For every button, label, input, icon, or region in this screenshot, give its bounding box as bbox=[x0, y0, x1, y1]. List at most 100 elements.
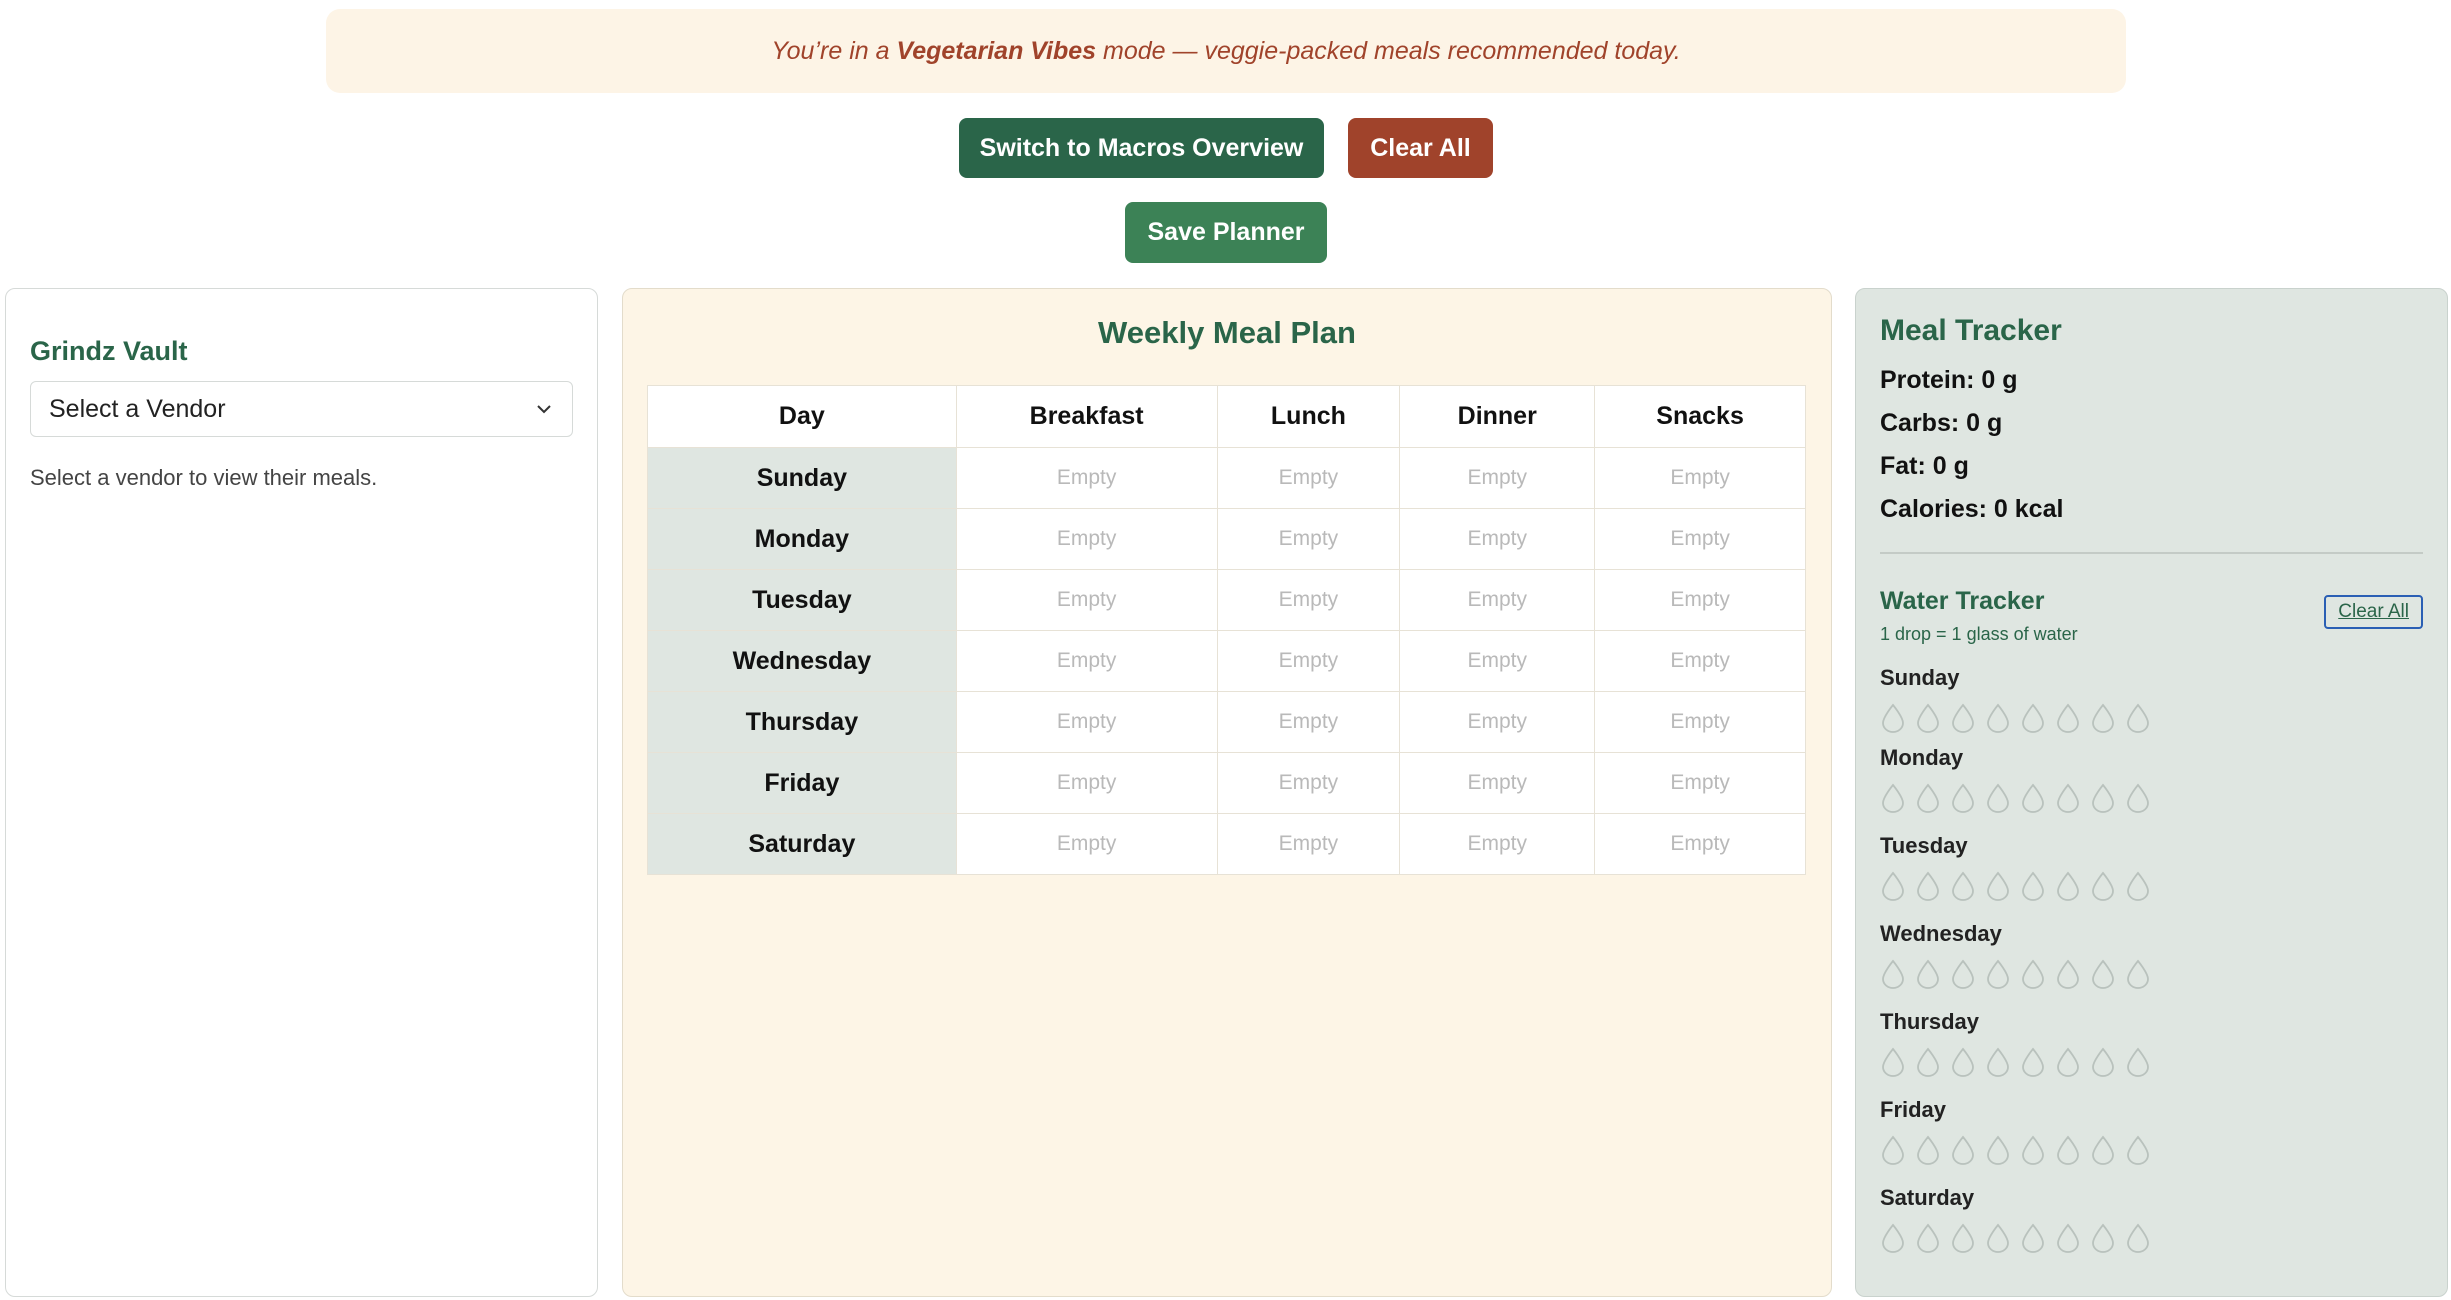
water-drop-icon[interactable] bbox=[1950, 1223, 1976, 1253]
water-drop-icon[interactable] bbox=[2125, 871, 2151, 901]
water-drop-icon[interactable] bbox=[1950, 959, 1976, 989]
water-drop-icon[interactable] bbox=[1950, 871, 1976, 901]
water-drop-icon[interactable] bbox=[1880, 783, 1906, 813]
lunch-slot[interactable]: Empty bbox=[1216, 752, 1401, 814]
water-drop-icon[interactable] bbox=[1950, 1135, 1976, 1165]
dinner-slot[interactable]: Empty bbox=[1399, 813, 1596, 875]
water-drop-icon[interactable] bbox=[1880, 703, 1906, 733]
water-drop-icon[interactable] bbox=[1915, 1135, 1941, 1165]
breakfast-slot[interactable]: Empty bbox=[955, 691, 1218, 753]
snacks-slot[interactable]: Empty bbox=[1594, 508, 1806, 570]
water-drop-icon[interactable] bbox=[2090, 1047, 2116, 1077]
water-drop-icon[interactable] bbox=[2090, 959, 2116, 989]
clear-all-button[interactable]: Clear All bbox=[1348, 118, 1493, 178]
water-drop-icon[interactable] bbox=[1880, 1047, 1906, 1077]
water-drop-icon[interactable] bbox=[2020, 1047, 2046, 1077]
lunch-slot[interactable]: Empty bbox=[1216, 691, 1401, 753]
dinner-slot[interactable]: Empty bbox=[1399, 569, 1596, 631]
save-planner-button[interactable]: Save Planner bbox=[1125, 202, 1327, 263]
water-drop-icon[interactable] bbox=[2020, 1135, 2046, 1165]
water-drop-icon[interactable] bbox=[1950, 703, 1976, 733]
water-drop-icon[interactable] bbox=[1985, 871, 2011, 901]
water-drop-icon[interactable] bbox=[2020, 871, 2046, 901]
breakfast-slot[interactable]: Empty bbox=[955, 630, 1218, 692]
water-drop-icon[interactable] bbox=[2090, 1135, 2116, 1165]
water-drop-icon[interactable] bbox=[2055, 871, 2081, 901]
dinner-slot[interactable]: Empty bbox=[1399, 691, 1596, 753]
water-drop-icon[interactable] bbox=[2125, 783, 2151, 813]
snacks-slot[interactable]: Empty bbox=[1594, 569, 1806, 631]
header-snacks: Snacks bbox=[1594, 385, 1806, 448]
dinner-slot[interactable]: Empty bbox=[1399, 752, 1596, 814]
water-drop-icon[interactable] bbox=[2090, 1223, 2116, 1253]
water-drop-icon[interactable] bbox=[1950, 783, 1976, 813]
lunch-slot[interactable]: Empty bbox=[1216, 508, 1401, 570]
water-drop-icon[interactable] bbox=[1880, 959, 1906, 989]
water-drop-icon[interactable] bbox=[1950, 1047, 1976, 1077]
water-drop-icon[interactable] bbox=[1985, 1135, 2011, 1165]
day-cell: Tuesday bbox=[647, 569, 957, 631]
water-day-row: Saturday bbox=[1880, 1173, 2423, 1261]
lunch-slot[interactable]: Empty bbox=[1216, 569, 1401, 631]
water-drop-icon[interactable] bbox=[2055, 783, 2081, 813]
snacks-slot[interactable]: Empty bbox=[1594, 630, 1806, 692]
water-clear-all-button[interactable]: Clear All bbox=[2324, 595, 2423, 629]
snacks-slot[interactable]: Empty bbox=[1594, 691, 1806, 753]
dinner-slot[interactable]: Empty bbox=[1399, 508, 1596, 570]
water-drop-icon[interactable] bbox=[2090, 783, 2116, 813]
water-drop-icon[interactable] bbox=[1880, 871, 1906, 901]
water-drop-icon[interactable] bbox=[1985, 1223, 2011, 1253]
water-drop-icon[interactable] bbox=[2055, 1135, 2081, 1165]
switch-macros-button[interactable]: Switch to Macros Overview bbox=[959, 118, 1324, 178]
vault-title: Grindz Vault bbox=[30, 336, 188, 366]
water-drop-icon[interactable] bbox=[1985, 1047, 2011, 1077]
water-drop-icon[interactable] bbox=[2055, 1223, 2081, 1253]
lunch-slot[interactable]: Empty bbox=[1216, 813, 1401, 875]
water-drop-icon[interactable] bbox=[1915, 783, 1941, 813]
water-drop-icon[interactable] bbox=[2125, 1223, 2151, 1253]
water-drop-icon[interactable] bbox=[2125, 1135, 2151, 1165]
water-drop-icon[interactable] bbox=[1985, 783, 2011, 813]
snacks-slot[interactable]: Empty bbox=[1594, 447, 1806, 509]
water-drop-icon[interactable] bbox=[1915, 959, 1941, 989]
snacks-slot[interactable]: Empty bbox=[1594, 813, 1806, 875]
water-drop-icon[interactable] bbox=[2055, 959, 2081, 989]
water-drop-icon[interactable] bbox=[2020, 959, 2046, 989]
water-drop-icon[interactable] bbox=[2020, 1223, 2046, 1253]
water-drop-icon[interactable] bbox=[2055, 703, 2081, 733]
water-drop-icon[interactable] bbox=[1985, 959, 2011, 989]
water-drop-icon[interactable] bbox=[2125, 703, 2151, 733]
breakfast-slot[interactable]: Empty bbox=[955, 447, 1218, 509]
water-drop-icon[interactable] bbox=[2090, 703, 2116, 733]
vendor-select[interactable]: Select a Vendor bbox=[30, 381, 573, 437]
dinner-slot[interactable]: Empty bbox=[1399, 630, 1596, 692]
water-drop-icon[interactable] bbox=[1915, 871, 1941, 901]
water-day-label: Wednesday bbox=[1880, 921, 2002, 946]
water-drop-icon[interactable] bbox=[1985, 703, 2011, 733]
breakfast-slot[interactable]: Empty bbox=[955, 508, 1218, 570]
water-drop-icon[interactable] bbox=[2020, 783, 2046, 813]
water-drop-icon[interactable] bbox=[2020, 703, 2046, 733]
water-drop-icon[interactable] bbox=[2090, 871, 2116, 901]
water-day-row: Monday bbox=[1880, 733, 2423, 821]
breakfast-slot[interactable]: Empty bbox=[955, 813, 1218, 875]
water-drop-icon[interactable] bbox=[2055, 1047, 2081, 1077]
water-drop-icon[interactable] bbox=[2125, 959, 2151, 989]
water-drop-icon[interactable] bbox=[1915, 1047, 1941, 1077]
snacks-slot[interactable]: Empty bbox=[1594, 752, 1806, 814]
water-drop-icon[interactable] bbox=[2125, 1047, 2151, 1077]
water-day-row: Wednesday bbox=[1880, 909, 2423, 997]
water-drops bbox=[1880, 1135, 2423, 1165]
breakfast-slot[interactable]: Empty bbox=[955, 569, 1218, 631]
water-drop-icon[interactable] bbox=[1915, 703, 1941, 733]
water-drop-icon[interactable] bbox=[1880, 1223, 1906, 1253]
breakfast-slot[interactable]: Empty bbox=[955, 752, 1218, 814]
water-drops bbox=[1880, 871, 2423, 901]
lunch-slot[interactable]: Empty bbox=[1216, 447, 1401, 509]
water-tracker-subtitle: 1 drop = 1 glass of water bbox=[1880, 624, 2078, 644]
water-drop-icon[interactable] bbox=[1915, 1223, 1941, 1253]
dinner-slot[interactable]: Empty bbox=[1399, 447, 1596, 509]
grindz-vault-panel: Grindz Vault Select a Vendor Select a ve… bbox=[5, 288, 598, 1297]
water-drop-icon[interactable] bbox=[1880, 1135, 1906, 1165]
lunch-slot[interactable]: Empty bbox=[1216, 630, 1401, 692]
